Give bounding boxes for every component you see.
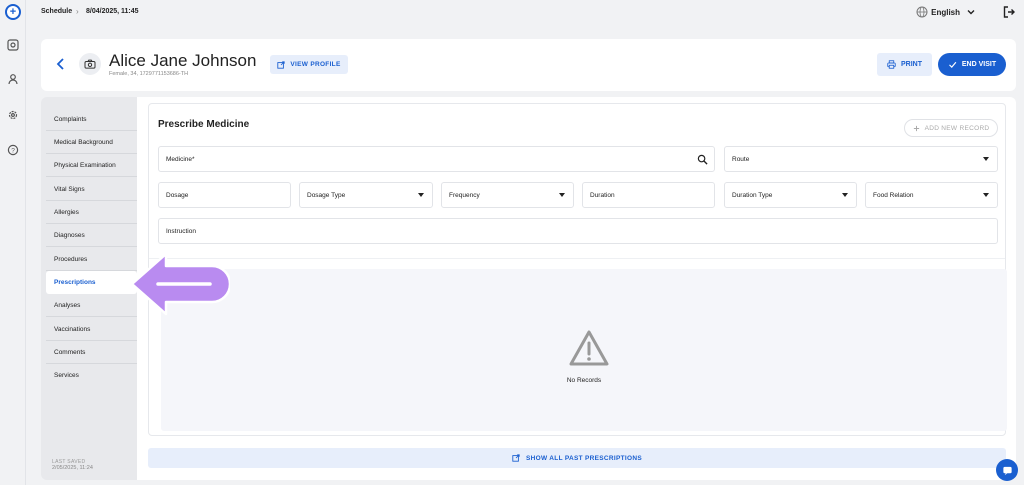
breadcrumb-datetime: 8/04/2025, 11:45 bbox=[86, 8, 139, 15]
end-visit-button[interactable]: END VISIT bbox=[938, 53, 1006, 76]
check-icon bbox=[948, 61, 957, 69]
main-content: Prescribe Medicine ADD NEW RECORD Medici… bbox=[137, 97, 1016, 480]
duration-type-placeholder: Duration Type bbox=[732, 191, 773, 199]
route-placeholder: Route bbox=[732, 155, 750, 163]
external-link-icon bbox=[512, 454, 520, 462]
sidebar-item-comments[interactable]: Comments bbox=[46, 341, 137, 364]
food-relation-placeholder: Food Relation bbox=[873, 191, 914, 199]
add-new-record-button[interactable]: ADD NEW RECORD bbox=[904, 119, 998, 137]
instruction-placeholder: Instruction bbox=[166, 227, 196, 235]
dosage-input[interactable]: Dosage bbox=[158, 182, 291, 208]
view-profile-label: VIEW PROFILE bbox=[290, 61, 341, 68]
patient-name: Alice Jane Johnson bbox=[109, 51, 257, 70]
last-saved-value: 2/05/2025, 11:24 bbox=[52, 465, 93, 471]
no-records-text: No Records bbox=[566, 377, 602, 384]
view-profile-button[interactable]: VIEW PROFILE bbox=[270, 55, 348, 74]
dropdown-caret-icon bbox=[418, 193, 424, 197]
sidebar-item-vaccinations[interactable]: Vaccinations bbox=[46, 318, 137, 341]
sidebar-item-analyses[interactable]: Analyses bbox=[46, 294, 137, 317]
frequency-select[interactable]: Frequency bbox=[441, 182, 574, 208]
dropdown-caret-icon bbox=[842, 193, 848, 197]
dosage-type-placeholder: Dosage Type bbox=[307, 191, 346, 199]
external-link-icon bbox=[277, 60, 286, 69]
show-past-prescriptions-button[interactable]: SHOW ALL PAST PRESCRIPTIONS bbox=[148, 448, 1006, 468]
dosage-placeholder: Dosage bbox=[166, 191, 189, 199]
print-button[interactable]: PRINT bbox=[877, 53, 932, 76]
sidebar-item-services[interactable]: Services bbox=[46, 364, 137, 387]
sidebar-item-medical-background[interactable]: Medical Background bbox=[46, 131, 137, 154]
chat-button[interactable] bbox=[996, 459, 1018, 481]
dosage-type-select[interactable]: Dosage Type bbox=[299, 182, 433, 208]
records-empty-state: No Records bbox=[161, 269, 1007, 431]
instruction-input[interactable]: Instruction bbox=[158, 218, 998, 244]
help-icon[interactable]: ? bbox=[6, 143, 20, 157]
end-visit-label: END VISIT bbox=[961, 61, 997, 68]
plus-icon bbox=[913, 125, 919, 131]
camera-icon[interactable] bbox=[79, 53, 101, 75]
search-icon[interactable] bbox=[697, 154, 708, 165]
dropdown-caret-icon bbox=[983, 157, 989, 161]
chat-icon bbox=[1002, 466, 1012, 475]
chevron-down-icon[interactable] bbox=[966, 7, 976, 17]
sidebar-item-diagnoses[interactable]: Diagnoses bbox=[46, 224, 137, 247]
prescribe-medicine-section: Prescribe Medicine ADD NEW RECORD Medici… bbox=[148, 103, 1007, 436]
sidebar-item-allergies[interactable]: Allergies bbox=[46, 201, 137, 224]
dashboard-icon[interactable] bbox=[6, 38, 20, 52]
breadcrumb-separator: › bbox=[76, 7, 79, 16]
medicine-input[interactable]: Medicine* bbox=[158, 146, 715, 172]
svg-text:?: ? bbox=[11, 147, 15, 154]
visit-sections-sidebar: Complaints Medical Background Physical E… bbox=[41, 97, 137, 480]
medicine-placeholder: Medicine* bbox=[166, 155, 195, 163]
duration-placeholder: Duration bbox=[590, 191, 615, 199]
highlight-arrow-annotation bbox=[130, 252, 230, 316]
dropdown-caret-icon bbox=[559, 193, 565, 197]
add-new-record-label: ADD NEW RECORD bbox=[924, 124, 990, 132]
sidebar-item-vital-signs[interactable]: Vital Signs bbox=[46, 178, 137, 201]
top-bar: Schedule › 8/04/2025, 11:45 English bbox=[26, 0, 1024, 26]
settings-icon[interactable] bbox=[6, 108, 20, 122]
duration-input[interactable]: Duration bbox=[582, 182, 715, 208]
patient-meta: Female, 34, 1729771153686-TH bbox=[109, 71, 189, 77]
language-select[interactable]: English bbox=[931, 8, 960, 17]
sidebar-item-procedures[interactable]: Procedures bbox=[46, 248, 137, 271]
back-icon[interactable] bbox=[55, 57, 67, 71]
frequency-placeholder: Frequency bbox=[449, 191, 480, 199]
route-select[interactable]: Route bbox=[724, 146, 998, 172]
user-icon[interactable] bbox=[6, 72, 20, 86]
patient-header: Alice Jane Johnson Female, 34, 172977115… bbox=[41, 39, 1016, 91]
logo-icon[interactable]: + bbox=[5, 4, 21, 20]
print-icon bbox=[887, 60, 896, 69]
duration-type-select[interactable]: Duration Type bbox=[724, 182, 857, 208]
breadcrumb-schedule[interactable]: Schedule bbox=[41, 8, 72, 15]
show-past-prescriptions-label: SHOW ALL PAST PRESCRIPTIONS bbox=[526, 454, 642, 462]
print-label: PRINT bbox=[901, 61, 922, 68]
sidebar-item-physical-examination[interactable]: Physical Examination bbox=[46, 154, 137, 177]
sidebar-item-prescriptions[interactable]: Prescriptions bbox=[46, 271, 137, 294]
icon-rail: + ? bbox=[0, 0, 26, 485]
warning-icon bbox=[569, 330, 609, 366]
globe-icon[interactable] bbox=[916, 6, 928, 18]
logout-icon[interactable] bbox=[1002, 5, 1016, 19]
food-relation-select[interactable]: Food Relation bbox=[865, 182, 998, 208]
section-title: Prescribe Medicine bbox=[158, 119, 250, 130]
sidebar-item-complaints[interactable]: Complaints bbox=[46, 108, 137, 131]
dropdown-caret-icon bbox=[983, 193, 989, 197]
